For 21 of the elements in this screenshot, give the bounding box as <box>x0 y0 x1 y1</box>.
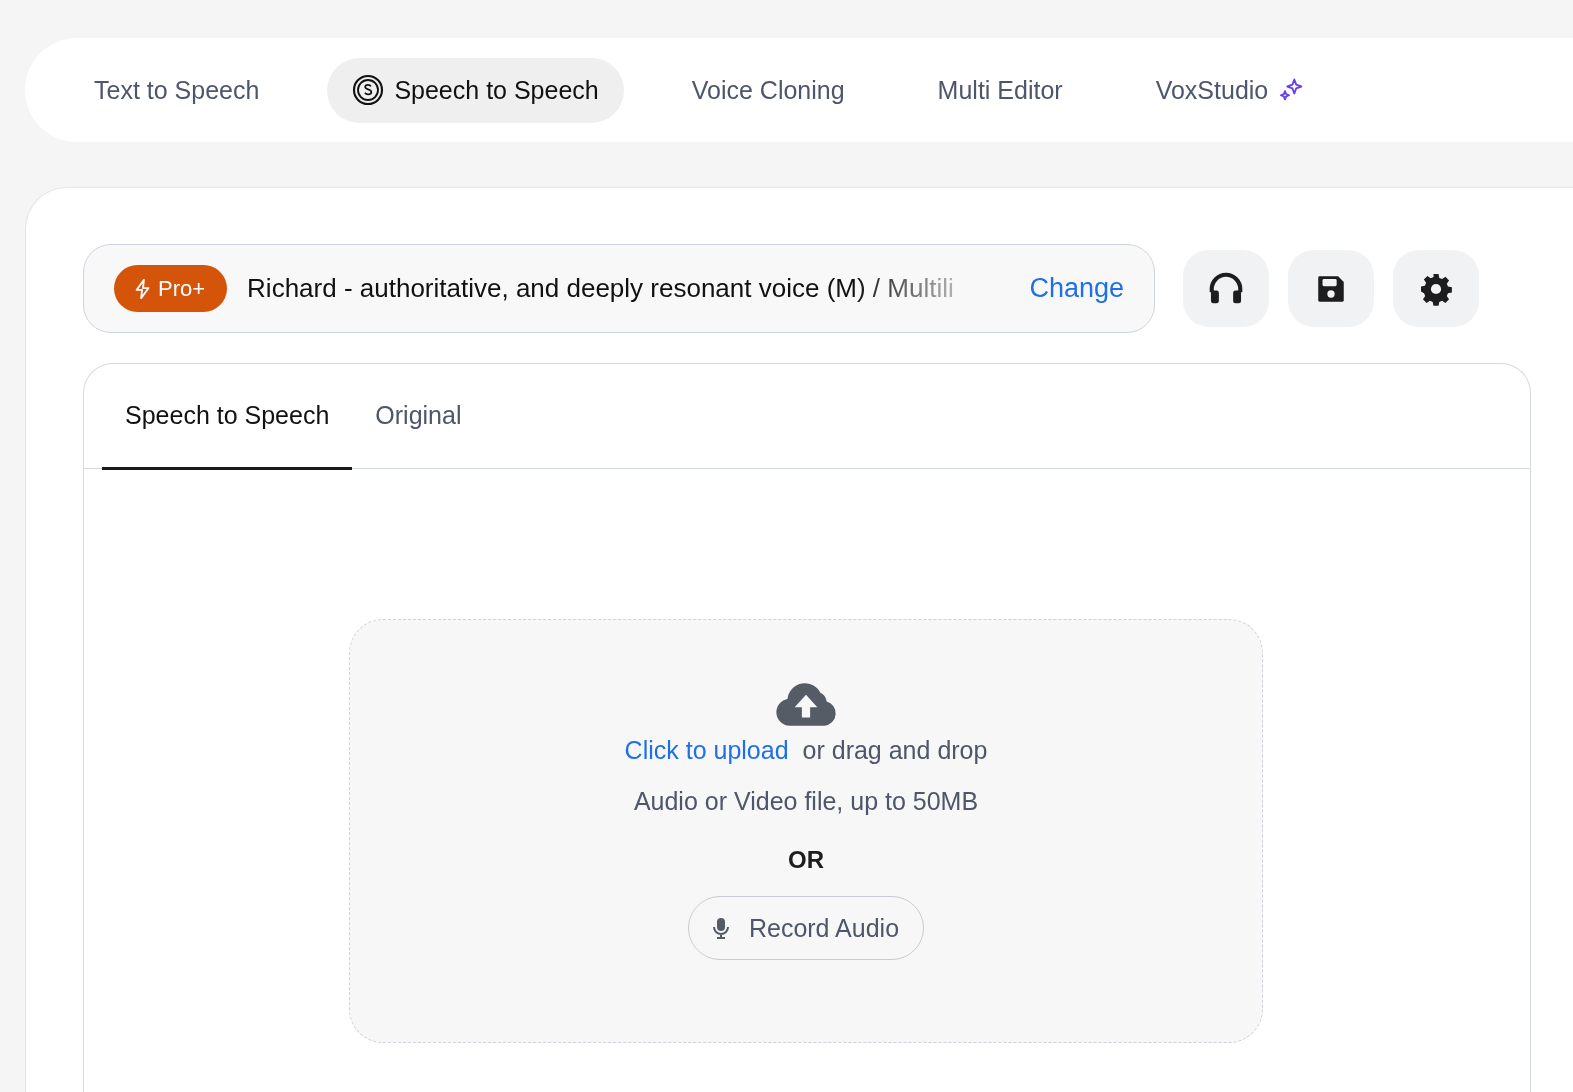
pro-badge: Pro+ <box>114 265 228 312</box>
save-button[interactable] <box>1288 250 1374 327</box>
nav-tab[interactable]: VoxStudio <box>1130 57 1332 123</box>
headphones-button[interactable] <box>1183 250 1269 327</box>
upload-link[interactable]: Click to upload <box>624 736 789 765</box>
nav-tab[interactable]: Text to Speech <box>69 57 285 123</box>
upload-dropzone[interactable]: Click to upload or drag and drop Audio or Video file, up to 50MB OR Record Audio <box>349 619 1263 1043</box>
panel-tab[interactable]: Speech to Speech <box>102 364 353 470</box>
upload-hint: Audio or Video file, up to 50MB <box>633 787 979 816</box>
voice-selector[interactable]: Pro+ Richard - authoritative, and deeply resonant voice (M) / Multili Change <box>83 244 1155 333</box>
or-label: OR <box>788 846 824 874</box>
settings-button[interactable] <box>1393 250 1479 327</box>
upload-text: or drag and drop <box>802 736 988 765</box>
panel-tab[interactable]: Original <box>352 364 485 470</box>
coin-icon <box>352 74 385 106</box>
nav-tab[interactable]: Multi Editor <box>912 57 1088 123</box>
voice-name: Richard - authoritative, and deeply resonant voice (M) / Multili <box>247 273 954 304</box>
nav-tab[interactable]: Voice Cloning <box>666 57 870 123</box>
nav-tab[interactable]: Speech to Speech <box>327 57 624 123</box>
change-link[interactable]: Change <box>1029 273 1124 304</box>
record-audio-button[interactable]: Record Audio <box>687 896 925 960</box>
